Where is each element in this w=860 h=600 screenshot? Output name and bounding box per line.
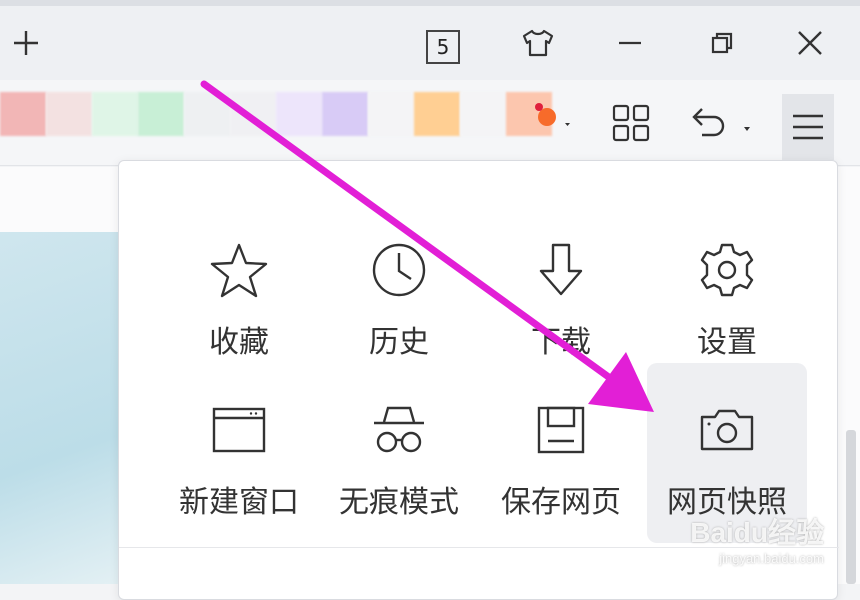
watermark-brand: Baidu经验 [690, 517, 824, 548]
watermark: Baidu经验 jingyan.baidu.com [690, 511, 824, 566]
watermark-url: jingyan.baidu.com [719, 551, 824, 566]
annotation-arrow [200, 80, 654, 412]
